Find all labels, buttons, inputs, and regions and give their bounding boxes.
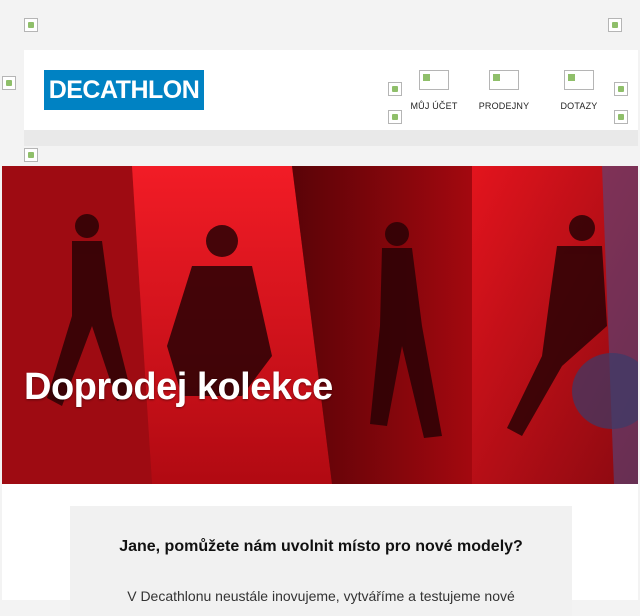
- broken-image-icon: [614, 110, 628, 124]
- nav-questions[interactable]: DOTAZY: [544, 70, 614, 114]
- broken-image-icon: [2, 76, 16, 90]
- nav-label: DOTAZY: [560, 101, 598, 111]
- message-body: V Decathlonu neustále inovujeme, vytváří…: [127, 588, 515, 604]
- message-heading: Jane, pomůžete nám uvolnit místo pro nov…: [119, 538, 523, 555]
- decathlon-logo[interactable]: DECATHLON: [44, 70, 204, 110]
- help-icon: [564, 70, 594, 90]
- hero-image: [2, 166, 638, 484]
- hero-banner[interactable]: Doprodej kolekce: [2, 166, 638, 484]
- email-body: Jane, pomůžete nám uvolnit místo pro nov…: [2, 484, 638, 616]
- nav-label: PRODEJNY: [478, 101, 530, 111]
- nav-my-account[interactable]: MŮJ ÚČET: [399, 70, 469, 114]
- email-header: DECATHLON MŮJ ÚČET PRODEJNY DOTAZY: [24, 50, 638, 130]
- account-icon: [419, 70, 449, 90]
- hero-title: Doprodej kolekce: [24, 366, 333, 408]
- broken-image-icon: [24, 148, 38, 162]
- store-icon: [489, 70, 519, 90]
- nav-label: MŮJ ÚČET: [410, 101, 458, 111]
- broken-image-icon: [608, 18, 622, 32]
- header-divider: [24, 130, 638, 146]
- broken-image-icon: [614, 82, 628, 96]
- nav-stores[interactable]: PRODEJNY: [469, 70, 539, 114]
- broken-image-icon: [24, 18, 38, 32]
